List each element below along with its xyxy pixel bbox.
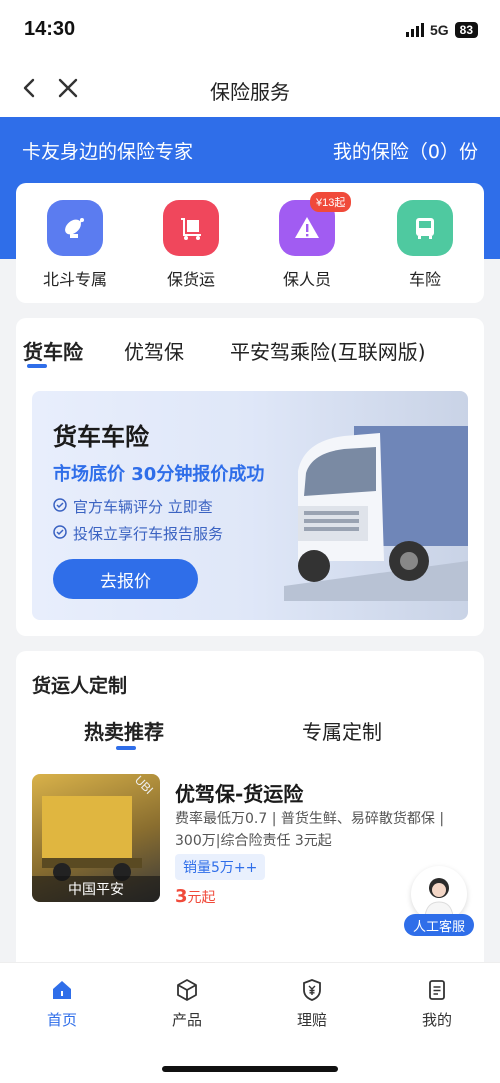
quick-entry-label: 车险 xyxy=(408,270,441,289)
document-icon xyxy=(424,977,450,1003)
tab-underline xyxy=(27,364,47,368)
tabbar-claims[interactable]: 理赔 xyxy=(272,977,352,1030)
tab-exclusive-custom[interactable]: 专属定制 xyxy=(302,716,382,745)
status-time: 14:30 xyxy=(24,18,76,40)
quick-entry-label: 保货运 xyxy=(166,270,215,289)
customer-service-label: 人工客服 xyxy=(404,914,474,936)
tab-youjiabao[interactable]: 优驾保 xyxy=(124,336,184,365)
price-unit: 元起 xyxy=(187,890,216,906)
home-icon xyxy=(49,977,75,1003)
status-bar: 14:30 5G 83 xyxy=(0,0,500,62)
price-badge: ¥13起 xyxy=(310,192,352,212)
quick-entry-cargo[interactable]: 保货运 xyxy=(146,200,236,290)
status-indicators: 5G 83 xyxy=(405,22,478,38)
section-title: 货运人定制 xyxy=(32,675,128,697)
navigation-bar: 保险服务 xyxy=(0,62,500,117)
cube-icon xyxy=(174,977,200,1003)
tab-truck-insurance[interactable]: 货车险 xyxy=(23,336,83,365)
network-label: 5G xyxy=(429,22,449,38)
product-description: 费率最低万0.7 | 普货生鲜、易碎散货都保 | 300万|综合险责任 3元起 xyxy=(175,811,445,849)
satellite-dish-icon xyxy=(47,200,103,256)
promo-banner[interactable]: 货车车险 市场底价 30分钟报价成功 官方车辆评分 立即查 投保立享行车报告服务… xyxy=(32,391,468,620)
bus-icon xyxy=(397,200,453,256)
promo-title: 货车车险 xyxy=(53,423,149,451)
promo-subtitle: 市场底价 30分钟报价成功 xyxy=(53,464,265,485)
my-policy-link[interactable]: 我的保险（0）份 xyxy=(333,137,478,164)
tab-underline xyxy=(116,746,136,750)
product-image-label: 中国平安 xyxy=(32,876,160,902)
tab-pingan-driver[interactable]: 平安驾乘险(互联网版) xyxy=(230,336,426,365)
home-indicator xyxy=(162,1066,338,1072)
check-circle-icon xyxy=(53,497,67,516)
get-quote-button[interactable]: 去报价 xyxy=(53,559,198,599)
tabbar-label: 理赔 xyxy=(296,1011,327,1029)
product-name: 优驾保-货运险 xyxy=(175,782,304,806)
promo-bullet-text: 官方车辆评分 立即查 xyxy=(73,498,213,516)
quick-entry-beidou[interactable]: 北斗专属 xyxy=(30,200,120,290)
tabbar-label: 我的 xyxy=(421,1011,452,1029)
tabbar-products[interactable]: 产品 xyxy=(147,977,227,1030)
quick-entry-card: 北斗专属 保货运 ¥13起 保人员 车险 xyxy=(16,183,484,303)
page-title: 保险服务 xyxy=(210,80,290,104)
tabbar-label: 首页 xyxy=(46,1011,77,1029)
sales-tag: 销量5万++ xyxy=(175,854,266,880)
promo-bullet: 官方车辆评分 立即查 xyxy=(53,496,213,517)
tabbar-label: 产品 xyxy=(171,1011,202,1029)
signal-icon xyxy=(405,23,424,37)
check-circle-icon xyxy=(53,524,67,543)
banner-slogan: 卡友身边的保险专家 xyxy=(22,141,194,163)
promo-bullet-text: 投保立享行车报告服务 xyxy=(73,525,224,543)
product-price: 3元起 xyxy=(175,886,216,907)
tabbar-home[interactable]: 首页 xyxy=(22,977,102,1030)
quick-entry-auto[interactable]: 车险 xyxy=(380,200,470,290)
battery-icon: 83 xyxy=(454,22,478,38)
promo-bullet: 投保立享行车报告服务 xyxy=(53,523,223,544)
quick-entry-personnel[interactable]: ¥13起 保人员 xyxy=(262,192,352,290)
bottom-tab-bar: 首页 产品 理赔 我的 xyxy=(0,962,500,1083)
quick-entry-label: 保人员 xyxy=(282,270,331,289)
truck-illustration xyxy=(284,426,468,601)
price-number: 3 xyxy=(175,886,188,907)
tab-hot-recommend[interactable]: 热卖推荐 xyxy=(84,716,164,745)
shield-yen-icon xyxy=(299,977,325,1003)
quick-entry-label: 北斗专属 xyxy=(42,270,107,289)
cargo-cart-icon xyxy=(163,200,219,256)
product-image: UBI 中国平安 xyxy=(32,774,160,902)
customer-service-button[interactable]: 人工客服 xyxy=(404,866,474,936)
tabbar-mine[interactable]: 我的 xyxy=(397,977,477,1030)
